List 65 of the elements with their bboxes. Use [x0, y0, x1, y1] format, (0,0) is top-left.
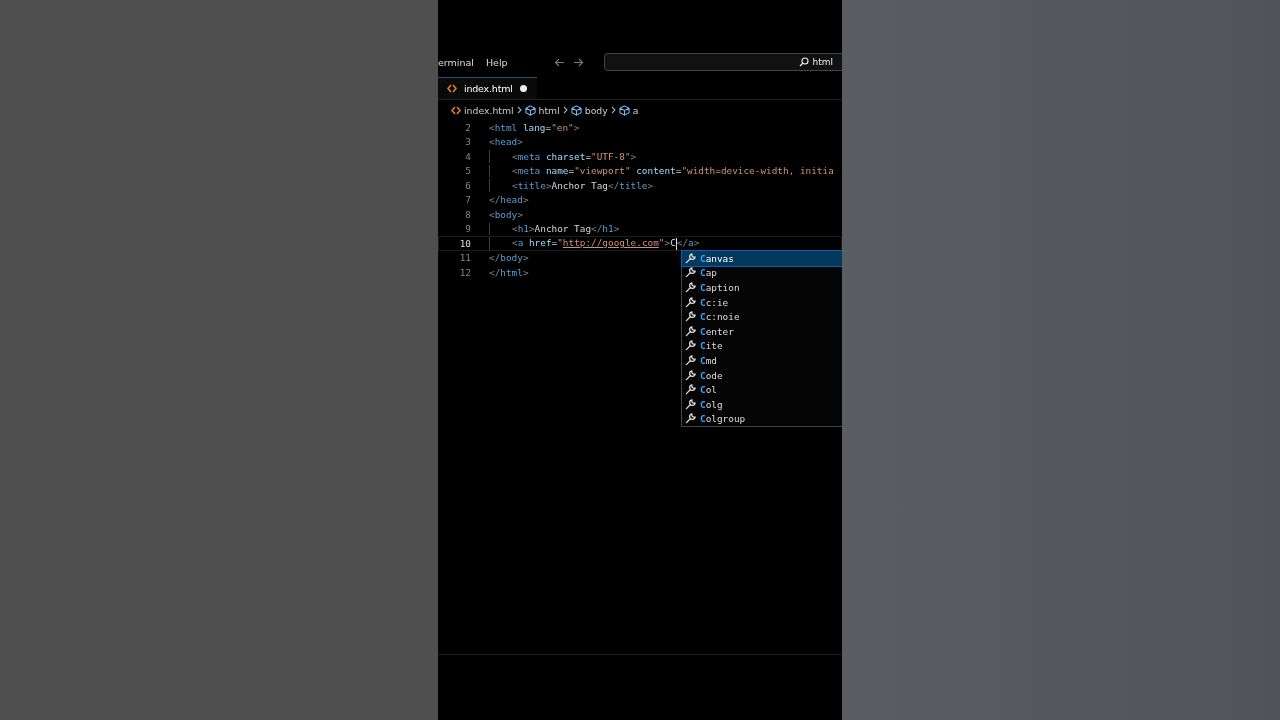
- suggestion-item[interactable]: Center: [682, 323, 842, 339]
- line-number: 10: [458, 237, 472, 249]
- line-number: 8: [464, 208, 472, 220]
- chevron-icon: [516, 106, 522, 114]
- suggestion-item[interactable]: Cc:ie: [682, 294, 842, 310]
- suggestion-item[interactable]: Caption: [682, 280, 842, 295]
- line-number: 12: [458, 266, 472, 278]
- wrench-icon: [685, 311, 696, 323]
- code-line: <html lang="en">: [489, 121, 580, 133]
- wrench-icon: [685, 384, 696, 396]
- line-number: 9: [464, 223, 472, 235]
- wrench-icon: [685, 354, 696, 366]
- forward-arrow-icon[interactable]: [572, 57, 584, 67]
- code-line: </html>: [489, 266, 529, 278]
- code-line: <a href="http://google.com">C</a>: [512, 237, 700, 250]
- suggestion-item[interactable]: Cite: [682, 338, 842, 354]
- cube-icon: [618, 104, 630, 116]
- code-file-icon: [447, 84, 457, 93]
- wrench-icon: [685, 325, 696, 337]
- menu-item[interactable]: Help: [485, 56, 508, 68]
- suggestion-item[interactable]: Canvas: [682, 251, 842, 266]
- line-number: 4: [464, 150, 472, 162]
- suggestion-item[interactable]: Col: [682, 382, 842, 397]
- line-number: 3: [464, 136, 472, 148]
- code-line: <meta name="viewport" content="width=device-width, initia: [512, 165, 834, 177]
- suggestion-item[interactable]: Cmd: [682, 353, 842, 368]
- line-number: 2: [464, 121, 472, 133]
- code-line: <meta charset="UTF-8">: [512, 150, 637, 162]
- wrench-icon: [685, 267, 696, 279]
- wrench-icon: [685, 282, 696, 293]
- wrench-icon: [685, 413, 696, 425]
- suggestion-item[interactable]: Colg: [682, 396, 842, 412]
- search-icon: [799, 57, 810, 67]
- code-line: </head>: [489, 194, 529, 206]
- line-number: 5: [464, 165, 472, 177]
- code-line: <title>Anchor Tag</title>: [512, 179, 654, 191]
- breadcrumb-item[interactable]: a: [618, 104, 639, 116]
- code-line: <h1>Anchor Tag</h1>: [512, 223, 620, 235]
- wrench-icon: [685, 252, 696, 264]
- suggestion-item[interactable]: Colgroup: [682, 411, 842, 427]
- line-number: 6: [464, 179, 472, 191]
- search-field[interactable]: html: [603, 53, 842, 71]
- code-line: <head>: [489, 136, 523, 148]
- suggestion-item[interactable]: Code: [682, 367, 842, 383]
- cube-icon: [570, 104, 582, 116]
- code-line: <body>: [489, 208, 523, 220]
- suggestion-item[interactable]: Cc:noie: [682, 309, 842, 324]
- line-number: 11: [458, 252, 472, 264]
- breadcrumb-item[interactable]: index.html: [451, 104, 514, 116]
- wrench-icon: [685, 398, 696, 410]
- wrench-icon: [685, 296, 696, 308]
- breadcrumb-item[interactable]: html: [524, 104, 560, 116]
- chevron-icon: [610, 106, 616, 114]
- menu-item[interactable]: erminal: [438, 56, 474, 68]
- line-number: 7: [464, 194, 472, 206]
- wrench-icon: [685, 340, 696, 352]
- back-arrow-icon[interactable]: [553, 57, 565, 67]
- code-file-icon: [451, 105, 461, 115]
- breadcrumb-item[interactable]: body: [570, 104, 608, 116]
- chevron-icon: [562, 106, 568, 114]
- wrench-icon: [685, 369, 696, 381]
- suggestion-item[interactable]: Cap: [682, 265, 842, 281]
- cube-icon: [524, 104, 536, 116]
- code-line: </body>: [489, 252, 529, 264]
- editor-tab[interactable]: index.html: [438, 77, 537, 99]
